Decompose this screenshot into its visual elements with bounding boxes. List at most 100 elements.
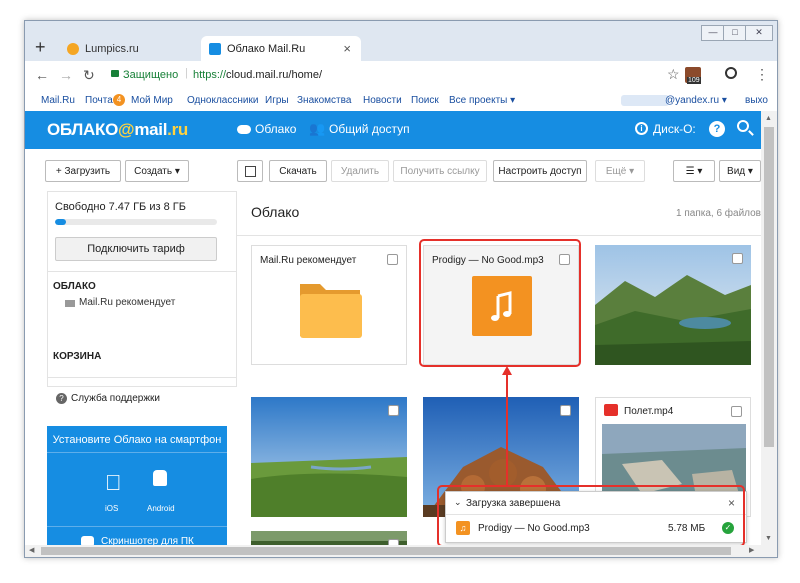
scroll-right-icon[interactable]: ▶ <box>749 546 754 554</box>
apple-icon[interactable]:  <box>105 470 122 496</box>
photo-lake[interactable] <box>595 245 751 365</box>
video-filename: Полет.mp4 <box>624 406 674 417</box>
item-checkbox[interactable] <box>388 405 399 416</box>
divider <box>47 377 237 378</box>
highlight-arrow <box>502 366 512 485</box>
tab-cloud-mail[interactable]: Облако Mail.Ru × <box>201 36 361 61</box>
folder-name: Mail.Ru рекомендует <box>260 255 357 266</box>
portal-link-search[interactable]: Поиск <box>411 95 439 106</box>
new-tab-button[interactable]: + <box>35 37 46 58</box>
portal-link-news[interactable]: Новости <box>363 95 402 106</box>
item-checkbox[interactable] <box>387 254 398 265</box>
tab-label: Облако Mail.Ru <box>227 42 306 55</box>
item-checkbox[interactable] <box>560 405 571 416</box>
portal-bar: Mail.Ru Почта 4 Мой Мир Одноклассники Иг… <box>25 91 777 112</box>
scrollbar-thumb[interactable] <box>764 127 774 447</box>
portal-link-ok[interactable]: Одноклассники <box>187 95 258 106</box>
portal-link-dating[interactable]: Знакомства <box>297 95 351 106</box>
back-icon[interactable]: ← <box>35 67 49 83</box>
folder-icon <box>65 300 75 307</box>
close-tab-icon[interactable]: × <box>343 41 351 56</box>
storage-text: Свободно 7.47 ГБ из 8 ГБ <box>55 201 186 213</box>
portal-link-mailru[interactable]: Mail.Ru <box>41 95 75 106</box>
vertical-scrollbar[interactable]: ▲ ▼ <box>761 111 777 557</box>
tab-lumpics[interactable]: Lumpics.ru <box>59 36 197 61</box>
highlight-mp3 <box>419 239 581 367</box>
connect-tariff-button[interactable]: Подключить тариф <box>55 237 217 261</box>
get-link-button[interactable]: Получить ссылку <box>393 160 487 182</box>
forward-icon[interactable]: → <box>59 67 73 83</box>
delete-button[interactable]: Удалить <box>331 160 389 182</box>
portal-link-mail[interactable]: Почта <box>85 95 113 106</box>
photo-steppe[interactable] <box>251 397 407 517</box>
menu-icon[interactable]: ⋮ <box>755 66 769 83</box>
cloud-logo[interactable]: ОБЛАКО@mail.ru <box>47 120 188 140</box>
info-icon[interactable]: i <box>635 122 648 135</box>
mobile-promo[interactable]: Установите Облако на смартфон  iOS Andr… <box>47 426 227 557</box>
cloud-favicon-icon <box>209 42 221 55</box>
logo-mail: mail <box>134 120 168 139</box>
disk-o-link[interactable]: Диск-О: <box>653 122 696 136</box>
logout-link[interactable]: выхо <box>745 95 768 106</box>
highlight-upload <box>437 485 745 547</box>
scroll-left-icon[interactable]: ◀ <box>29 546 34 554</box>
android-icon[interactable] <box>153 470 167 486</box>
divider <box>47 271 237 272</box>
help-circle-icon: ? <box>56 393 67 404</box>
portal-link-games[interactable]: Игры <box>265 95 289 106</box>
help-icon[interactable]: ? <box>709 121 725 137</box>
nav-shared[interactable]: Общий доступ <box>329 122 410 136</box>
account-menu[interactable]: @yandex.ru ▾ <box>665 95 727 106</box>
toolbar: + Загрузить Создать ▾ Скачать Удалить По… <box>25 149 761 191</box>
minimize-icon[interactable]: — <box>701 25 725 41</box>
folder-large-icon <box>300 284 362 338</box>
download-button[interactable]: Скачать <box>269 160 327 182</box>
logo-text: ОБЛАКО <box>47 120 119 139</box>
star-icon[interactable]: ☆ <box>667 66 680 83</box>
view-button[interactable]: Вид ▾ <box>719 160 761 182</box>
hscroll-thumb[interactable] <box>41 547 731 555</box>
item-checkbox[interactable] <box>731 406 742 417</box>
logo-at: @ <box>118 120 135 139</box>
promo-title: Установите Облако на смартфон <box>52 434 222 446</box>
support-link[interactable]: Служба поддержки <box>71 393 160 404</box>
storage-bar-fill <box>55 219 67 225</box>
address-bar: ← → ↻ Защищено | https://cloud.mail.ru/h… <box>25 61 777 92</box>
folder-card[interactable]: Mail.Ru рекомендует <box>251 245 407 365</box>
item-checkbox[interactable] <box>732 253 743 264</box>
section-trash[interactable]: КОРЗИНА <box>53 351 101 362</box>
search-icon[interactable] <box>737 120 749 132</box>
more-button[interactable]: Ещё ▾ <box>595 160 645 182</box>
url-path: cloud.mail.ru/home/ <box>226 69 323 81</box>
nav-cloud[interactable]: Облако <box>255 122 296 136</box>
items-count: 1 папка, 6 файлов <box>676 208 761 219</box>
shared-users-icon: 👥 <box>309 121 326 136</box>
sort-caret: ▾ <box>697 165 703 177</box>
lock-icon <box>111 70 119 77</box>
reload-icon[interactable]: ↻ <box>83 67 95 84</box>
search-icon-handle <box>748 130 754 136</box>
sidebar-folder-item[interactable]: Mail.Ru рекомендует <box>79 297 175 308</box>
checkbox-icon <box>244 165 256 177</box>
divider: | <box>185 67 188 79</box>
sort-button[interactable]: ☰ ▾ <box>673 160 715 182</box>
android-label: Android <box>147 504 175 513</box>
maximize-icon[interactable]: □ <box>723 25 747 41</box>
scroll-up-icon[interactable]: ▲ <box>765 115 772 122</box>
upload-button[interactable]: + Загрузить <box>45 160 121 182</box>
section-cloud[interactable]: ОБЛАКО <box>53 281 96 292</box>
url-field[interactable]: https://cloud.mail.ru/home/ <box>193 69 322 81</box>
portal-link-all-projects[interactable]: Все проекты ▾ <box>449 95 515 106</box>
configure-access-button[interactable]: Настроить доступ <box>493 160 587 182</box>
scroll-down-icon[interactable]: ▼ <box>765 535 772 542</box>
select-all-button[interactable] <box>237 160 263 182</box>
page-title: Облако <box>251 204 300 220</box>
portal-link-myworld[interactable]: Мой Мир <box>131 95 173 106</box>
profile-icon[interactable] <box>725 67 737 79</box>
secure-label: Защищено <box>123 69 179 81</box>
video-file-icon <box>604 404 618 416</box>
horizontal-scrollbar[interactable]: ◀ ▶ <box>25 545 761 557</box>
close-window-icon[interactable]: ✕ <box>745 25 773 41</box>
create-button[interactable]: Создать ▾ <box>125 160 189 182</box>
cloud-header: ОБЛАКО@mail.ru Облако 👥 Общий доступ i Д… <box>25 111 761 149</box>
